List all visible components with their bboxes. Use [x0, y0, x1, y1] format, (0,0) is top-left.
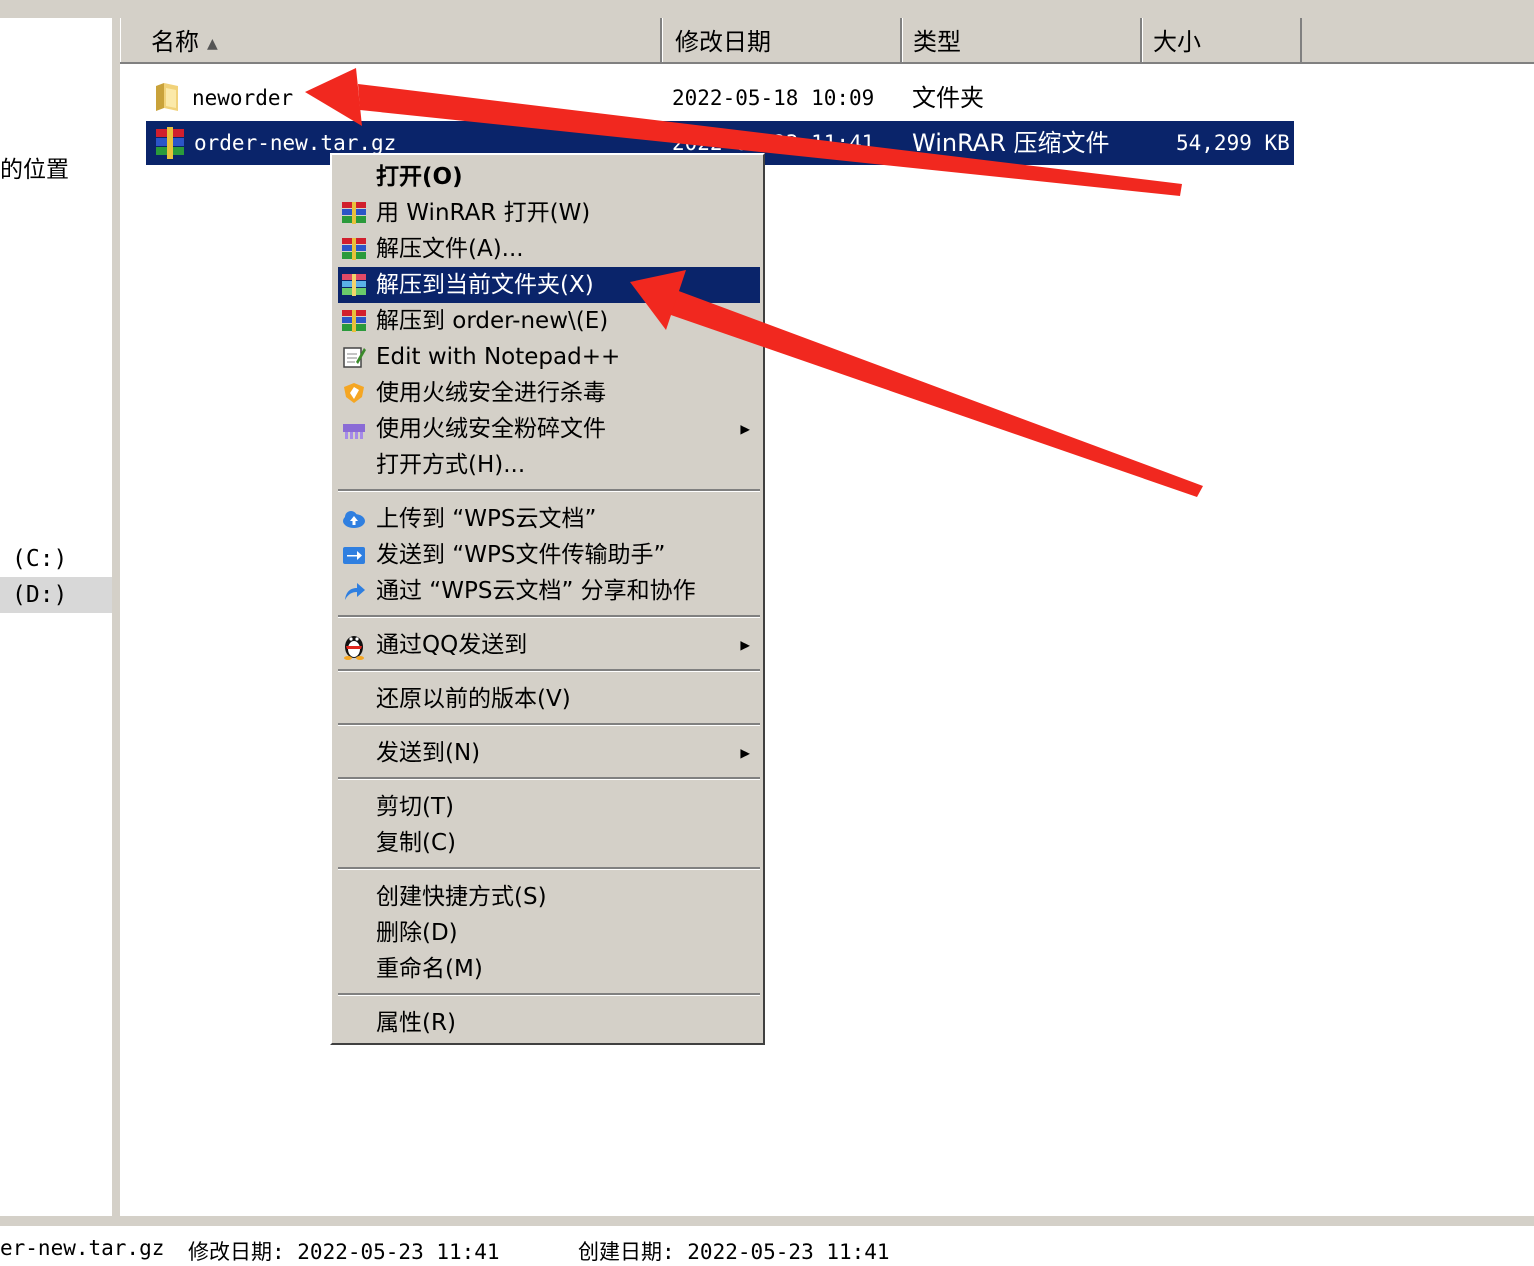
menu-separator: [338, 777, 760, 780]
menu-item-label: 解压到 order-new\(E): [376, 308, 609, 334]
menu-item-label: 打开(O): [376, 164, 463, 190]
menu-item-label: Edit with Notepad++: [376, 344, 621, 370]
menu-item-huorong-shred[interactable]: 使用火绒安全粉碎文件 ▶: [338, 411, 760, 447]
context-menu: 打开(O) 用 WinRAR 打开(W) 解压文件(A)... 解压到当前文件夹…: [330, 153, 765, 1045]
navigation-pane: 的位置 (C:) (D:): [0, 18, 112, 1216]
menu-separator: [338, 867, 760, 870]
column-size-header[interactable]: 大小: [1142, 18, 1302, 62]
menu-separator: [338, 993, 760, 996]
status-modified: 修改日期: 2022-05-23 11:41: [188, 1240, 500, 1264]
menu-item-label: 上传到 “WPS云文档”: [376, 506, 597, 532]
winrar-icon: [342, 238, 366, 260]
menu-item-delete[interactable]: 删除(D): [338, 915, 760, 951]
menu-item-label: 使用火绒安全进行杀毒: [376, 380, 606, 406]
menu-item-label: 删除(D): [376, 920, 458, 946]
menu-item-label: 发送到(N): [376, 740, 481, 766]
menu-item-properties[interactable]: 属性(R): [338, 1005, 760, 1041]
menu-separator: [338, 669, 760, 672]
top-strip: [0, 0, 1534, 18]
file-row-neworder[interactable]: neworder 2022-05-18 10:09 文件夹: [146, 76, 1294, 120]
winrar-icon: [342, 310, 366, 332]
huorong-shield-icon: [344, 383, 364, 403]
shredder-icon: [343, 424, 365, 439]
status-bar: er-new.tar.gz 修改日期: 2022-05-23 11:41 创建日…: [0, 1216, 1534, 1264]
column-name-label: 名称: [151, 28, 199, 56]
menu-separator: [338, 723, 760, 726]
menu-item-label: 通过QQ发送到: [376, 632, 528, 658]
menu-item-extract-files[interactable]: 解压文件(A)...: [338, 231, 760, 267]
menu-item-label: 使用火绒安全粉碎文件: [376, 416, 606, 442]
status-filename: er-new.tar.gz: [0, 1236, 165, 1260]
winrar-icon: [342, 202, 366, 224]
column-size-label: 大小: [1153, 28, 1201, 56]
menu-item-label: 复制(C): [376, 830, 457, 856]
column-modified-label: 修改日期: [675, 28, 771, 56]
submenu-arrow-icon: ▶: [740, 419, 750, 438]
menu-item-label: 通过 “WPS云文档” 分享和协作: [376, 578, 696, 604]
menu-item-label: 解压文件(A)...: [376, 236, 524, 262]
menu-item-label: 用 WinRAR 打开(W): [376, 200, 591, 226]
menu-item-label: 创建快捷方式(S): [376, 884, 547, 910]
menu-item-extract-here[interactable]: 解压到当前文件夹(X): [338, 267, 760, 303]
file-type: WinRAR 压缩文件: [912, 129, 1110, 157]
column-type-header[interactable]: 类型: [902, 18, 1142, 62]
winrar-icon: [156, 127, 184, 159]
menu-item-copy[interactable]: 复制(C): [338, 825, 760, 861]
menu-item-send-to[interactable]: 发送到(N) ▶: [338, 735, 760, 771]
file-size: 54,299 KB: [1176, 131, 1290, 155]
menu-item-label: 解压到当前文件夹(X): [376, 272, 594, 298]
file-type: 文件夹: [912, 84, 984, 112]
file-modified: 2022-05-18 10:09: [672, 86, 875, 110]
notepad-icon: [343, 347, 366, 368]
menu-separator: [338, 615, 760, 618]
menu-item-wps-upload[interactable]: 上传到 “WPS云文档”: [338, 501, 760, 537]
submenu-arrow-icon: ▶: [740, 743, 750, 762]
column-modified-header[interactable]: 修改日期: [662, 18, 902, 62]
menu-item-qq-send[interactable]: 通过QQ发送到 ▶: [338, 627, 760, 663]
menu-item-open-with[interactable]: 打开方式(H)...: [338, 447, 760, 483]
submenu-arrow-icon: ▶: [740, 635, 750, 654]
menu-item-create-shortcut[interactable]: 创建快捷方式(S): [338, 879, 760, 915]
menu-separator: [338, 489, 760, 492]
nav-partial-label[interactable]: 的位置: [0, 150, 69, 184]
menu-item-label: 属性(R): [376, 1010, 456, 1036]
menu-item-huorong-scan[interactable]: 使用火绒安全进行杀毒: [338, 375, 760, 411]
menu-item-edit-notepadpp[interactable]: Edit with Notepad++: [338, 339, 760, 375]
qq-penguin-icon: [344, 636, 364, 660]
send-arrow-icon: [343, 547, 365, 564]
menu-item-restore-versions[interactable]: 还原以前的版本(V): [338, 681, 760, 717]
status-created: 创建日期: 2022-05-23 11:41: [578, 1240, 890, 1264]
cloud-upload-icon: [343, 511, 365, 528]
nav-drive-c[interactable]: (C:): [12, 546, 67, 572]
file-name: neworder: [192, 86, 294, 110]
folder-icon: [156, 83, 178, 111]
column-name-header[interactable]: 名称 ▲: [120, 18, 662, 62]
menu-item-open[interactable]: 打开(O): [338, 159, 760, 195]
column-header: 名称 ▲ 修改日期 类型 大小: [120, 18, 1534, 64]
menu-item-wps-transfer[interactable]: 发送到 “WPS文件传输助手”: [338, 537, 760, 573]
menu-item-label: 发送到 “WPS文件传输助手”: [376, 542, 666, 568]
pane-splitter[interactable]: [112, 18, 120, 1216]
menu-item-rename[interactable]: 重命名(M): [338, 951, 760, 987]
menu-item-extract-to-folder[interactable]: 解压到 order-new\(E): [338, 303, 760, 339]
menu-item-label: 重命名(M): [376, 956, 483, 982]
menu-item-cut[interactable]: 剪切(T): [338, 789, 760, 825]
menu-item-open-with-winrar[interactable]: 用 WinRAR 打开(W): [338, 195, 760, 231]
menu-item-label: 还原以前的版本(V): [376, 686, 571, 712]
menu-item-label: 剪切(T): [376, 794, 454, 820]
column-type-label: 类型: [913, 28, 961, 56]
share-icon: [345, 583, 365, 600]
menu-item-wps-share[interactable]: 通过 “WPS云文档” 分享和协作: [338, 573, 760, 609]
winrar-icon: [342, 274, 366, 296]
nav-drive-d[interactable]: (D:): [12, 582, 67, 608]
menu-item-label: 打开方式(H)...: [376, 452, 526, 478]
sort-ascending-icon: ▲: [207, 36, 218, 52]
